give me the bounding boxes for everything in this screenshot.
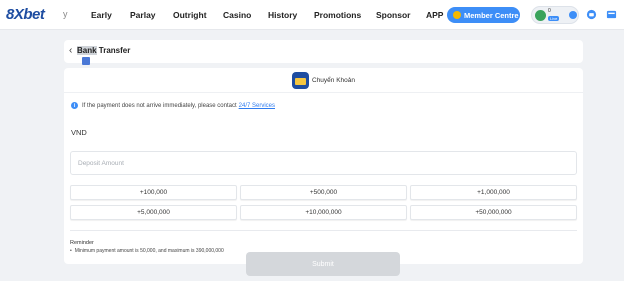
- title-highlight: Bank: [77, 46, 97, 55]
- reminder-item: Minimum payment amount is 50,000, and ma…: [70, 248, 224, 254]
- payment-method-label: Chuyển Khoản: [312, 77, 356, 84]
- nav-item-promotions[interactable]: Promotions: [314, 10, 361, 20]
- refresh-icon[interactable]: [569, 11, 577, 19]
- info-icon: i: [71, 102, 78, 109]
- quick-amount-1000000[interactable]: +1,000,000: [410, 185, 577, 200]
- submit-button[interactable]: Submit: [246, 252, 400, 276]
- reminder-title: Reminder: [70, 240, 94, 246]
- quick-amount-500000[interactable]: +500,000: [240, 185, 407, 200]
- page-header: ‹ Bank Transfer: [64, 40, 583, 63]
- quick-amount-100000[interactable]: +100,000: [70, 185, 237, 200]
- wallet-icon[interactable]: [586, 9, 597, 20]
- nav-item-history[interactable]: History: [268, 10, 297, 20]
- payment-method-row: Chuyển Khoản: [64, 68, 583, 93]
- quick-amount-5000000[interactable]: +5,000,000: [70, 205, 237, 220]
- support-link[interactable]: 24/7 Services: [239, 103, 275, 109]
- nav-scroll-hint: y: [63, 9, 68, 19]
- nav-item-outright[interactable]: Outright: [173, 10, 207, 20]
- nav-item-early[interactable]: Early: [91, 10, 112, 20]
- nav-item-app[interactable]: APP: [426, 10, 443, 20]
- quick-amount-50000000[interactable]: +50,000,000: [410, 205, 577, 220]
- card-icon[interactable]: [606, 9, 617, 20]
- member-centre-label: Member Centre: [464, 10, 519, 20]
- balance-tag: Live: [548, 16, 560, 21]
- title-rest: Transfer: [96, 46, 131, 55]
- page-title: Bank Transfer: [77, 46, 130, 55]
- nav-item-casino[interactable]: Casino: [223, 10, 251, 20]
- avatar: [535, 10, 546, 21]
- back-arrow-icon[interactable]: ‹: [69, 45, 72, 56]
- notice-text: If the payment does not arrive immediate…: [82, 102, 237, 109]
- balance-widget[interactable]: 0 Live: [531, 6, 579, 24]
- divider: [70, 230, 577, 231]
- payment-notice: i If the payment does not arrive immedia…: [71, 102, 275, 109]
- translate-icon[interactable]: [82, 57, 90, 65]
- deposit-form: Chuyển Khoản i If the payment does not a…: [64, 68, 583, 264]
- member-icon: [453, 11, 461, 19]
- nav-item-sponsor[interactable]: Sponsor: [376, 10, 410, 20]
- bank-transfer-icon: [292, 72, 309, 89]
- top-navbar: 8Xbet y Early Parlay Outright Casino His…: [0, 0, 624, 30]
- balance-value: 0: [548, 8, 551, 14]
- currency-label: VND: [71, 128, 87, 137]
- nav-item-parlay[interactable]: Parlay: [130, 10, 156, 20]
- brand-logo[interactable]: 8Xbet: [6, 6, 45, 23]
- member-centre-button[interactable]: Member Centre: [447, 7, 520, 23]
- deposit-amount-input[interactable]: [70, 151, 577, 175]
- quick-amount-10000000[interactable]: +10,000,000: [240, 205, 407, 220]
